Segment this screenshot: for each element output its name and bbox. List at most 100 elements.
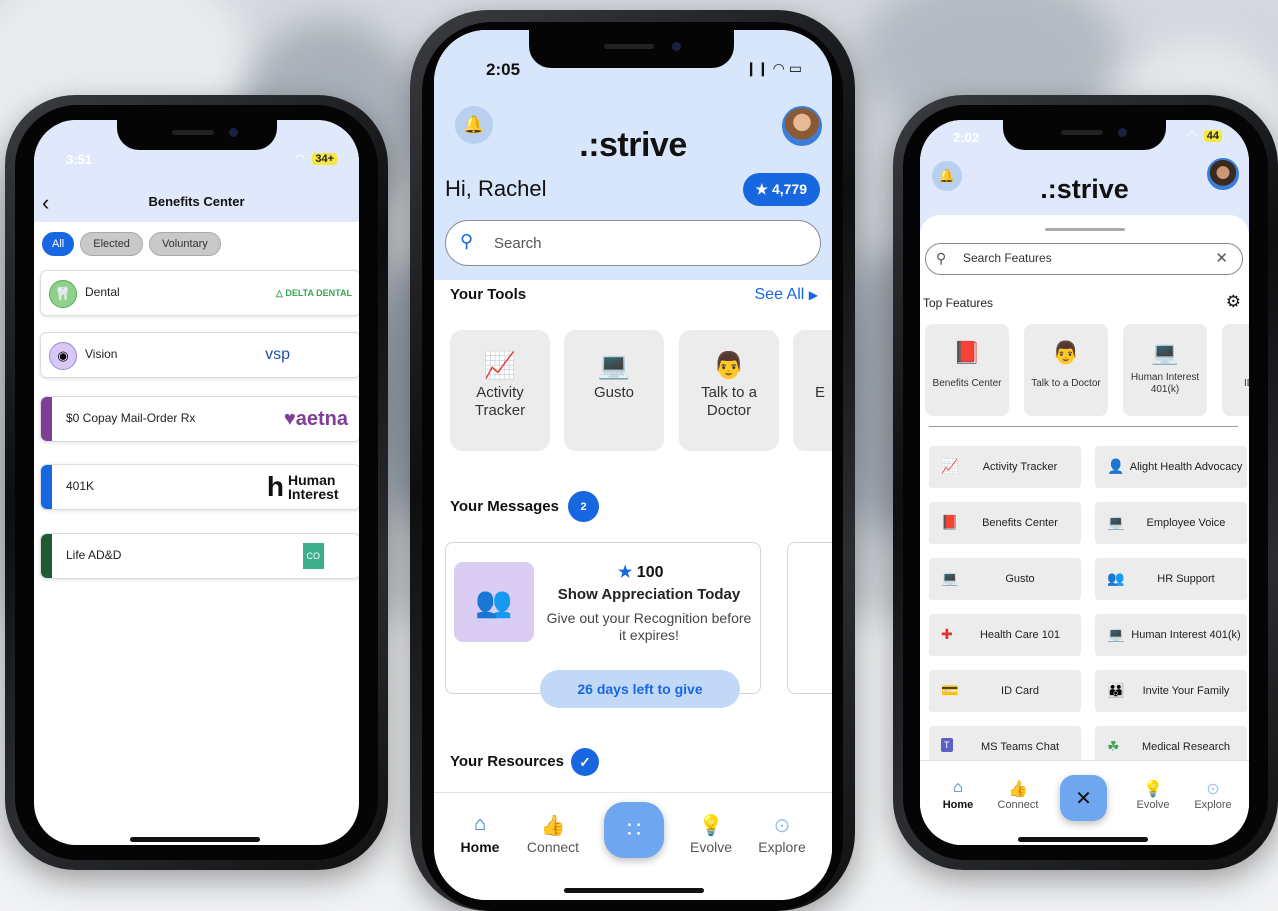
nav-home[interactable]: ⌂ Home (930, 779, 986, 811)
people-icon: 👥 (1107, 570, 1125, 586)
benefit-card-401k[interactable]: 401K h Human Interest (40, 464, 359, 510)
nav-explore[interactable]: ⊙ Explore (1185, 779, 1241, 811)
bottom-nav: ⌂ Home 👍 Connect ✕ 💡 Evolve ⊙ Explore (920, 760, 1249, 845)
lightbulb-icon: 💡 (698, 815, 724, 837)
laptop-icon: 💻 (1107, 626, 1125, 642)
sheet-grabber[interactable] (1045, 228, 1125, 231)
feature-health-care-101[interactable]: ✚ Health Care 101 (929, 614, 1081, 656)
feature-activity-tracker[interactable]: 📈 Activity Tracker (929, 446, 1081, 488)
feature-benefits-center[interactable]: 📕 Benefits Center (929, 502, 1081, 544)
status-time: 2:02 (953, 130, 980, 145)
status-time: 3:51 (66, 152, 93, 167)
filter-elected[interactable]: Elected (80, 232, 143, 256)
nav-evolve[interactable]: 💡 Evolve (676, 813, 746, 855)
laptop-icon: 💻 (1107, 514, 1125, 530)
check-icon: ✓ (571, 748, 599, 776)
filter-chips: All Elected Voluntary (42, 232, 221, 256)
benefit-card-vision[interactable]: ◉ Vision vsp (40, 332, 359, 378)
top-feature-benefits-center[interactable]: 📕 Benefits Center (925, 324, 1009, 416)
delta-dental-logo: △ DELTA DENTAL (275, 287, 352, 298)
benefits-center-screen: 3:51 ◠ 34+ ‹ Benefits Center All Elected… (34, 120, 359, 845)
feature-alight-health[interactable]: 👤 Alight Health Advocacy (1095, 446, 1247, 488)
features-sheet: ⚲ Search Features ✕ Top Features ⚙ 📕 Ben… (920, 215, 1249, 845)
doctor-icon: 👨 (712, 350, 746, 380)
feature-id-card[interactable]: 💳 ID Card (929, 670, 1081, 712)
resources-heading: Your Resources (450, 753, 564, 770)
message-points: ★ 100 (618, 564, 664, 581)
close-menu-button[interactable]: ✕ (1060, 775, 1107, 821)
greeting: Hi, Rachel (445, 176, 547, 201)
thumbs-up-icon: 👍 (540, 815, 566, 837)
bottom-nav: ⌂ Home 👍 Connect ∷ 💡 Evolve ⊙ Explore (434, 792, 832, 900)
activity-tracker-icon: 📈 (941, 458, 959, 474)
message-title: Show Appreciation Today (557, 586, 741, 603)
top-feature-human-interest[interactable]: 💻 Human Interest 401(k) (1123, 324, 1207, 416)
tool-partial[interactable]: E (793, 330, 832, 451)
benefit-card-life[interactable]: Life AD&D CO (40, 533, 359, 579)
benefit-card-dental[interactable]: 🦷 Dental △ DELTA DENTAL (40, 270, 359, 316)
human-interest-logo: h Human Interest (266, 471, 339, 502)
book-icon: 📕 (953, 340, 981, 365)
benefit-label: 401K (66, 479, 95, 493)
benefit-label: Life AD&D (66, 548, 122, 562)
clear-icon[interactable]: ✕ (1215, 249, 1228, 267)
laptop-icon: 💻 (597, 350, 631, 380)
right-phone: 2:02 ◠ 44 🔔 .:strive ⚲ Search Features ✕… (893, 95, 1278, 870)
status-time: 2:05 (486, 60, 521, 79)
nav-explore[interactable]: ⊙ Explore (747, 813, 817, 855)
puzzle-icon: ☘ (1107, 738, 1120, 754)
strive-logo: .:strive (579, 126, 687, 164)
nav-connect[interactable]: 👍 Connect (518, 813, 588, 855)
left-phone: 3:51 ◠ 34+ ‹ Benefits Center All Elected… (5, 95, 388, 870)
nav-home[interactable]: ⌂ Home (445, 813, 515, 855)
grid-icon: ∷ (627, 817, 641, 842)
status-icons: ❙❙ ◠ ▭ (745, 60, 802, 77)
message-body: Give out your Recognition before it expi… (546, 610, 752, 643)
first-aid-icon: ✚ (941, 626, 953, 642)
top-feature-partial[interactable]: ID (1222, 324, 1249, 416)
see-all-link[interactable]: See All ▶ (755, 286, 819, 304)
nav-connect[interactable]: 👍 Connect (990, 779, 1046, 811)
feature-employee-voice[interactable]: 💻 Employee Voice (1095, 502, 1247, 544)
top-feature-talk-to-doctor[interactable]: 👨 Talk to a Doctor (1024, 324, 1108, 416)
benefit-card-rx[interactable]: $0 Copay Mail-Order Rx ♥aetna (40, 396, 359, 442)
person-icon: 👤 (1107, 458, 1125, 474)
caret-right-icon: ▶ (808, 288, 818, 302)
thumbs-up-icon: 👍 (1008, 781, 1028, 798)
wifi-icon: ◠ (295, 153, 306, 165)
battery-indicator: 44 (1203, 130, 1222, 142)
compass-icon: ⊙ (1206, 781, 1220, 798)
feature-hr-support[interactable]: 👥 HR Support (1095, 558, 1247, 600)
tools-heading: Your Tools (450, 286, 527, 303)
search-icon: ⚲ (460, 231, 474, 251)
tool-talk-to-doctor[interactable]: 👨 Talk to a Doctor (679, 330, 779, 451)
signal-icon: ❙❙ (745, 60, 769, 76)
battery-icon: ▭ (788, 60, 802, 76)
activity-tracker-icon: 📈 (483, 350, 517, 380)
filter-voluntary[interactable]: Voluntary (148, 232, 221, 256)
apps-grid-button[interactable]: ∷ (604, 802, 664, 858)
message-card[interactable]: 👥 ★ 100 Show Appreciation Today Give out… (445, 542, 761, 708)
feature-invite-family[interactable]: 👪 Invite Your Family (1095, 670, 1247, 712)
filter-all[interactable]: All (42, 232, 75, 256)
days-left-button[interactable]: 26 days left to give (540, 670, 740, 708)
gear-icon[interactable]: ⚙ (1226, 292, 1241, 312)
search-features-input[interactable]: ⚲ Search Features ✕ (925, 243, 1243, 275)
tool-activity-tracker[interactable]: 📈 Activity Tracker (450, 330, 550, 451)
home-icon: ⌂ (953, 779, 963, 796)
doctor-icon: 👨 (1052, 340, 1080, 365)
feature-human-interest[interactable]: 💻 Human Interest 401(k) (1095, 614, 1247, 656)
nav-evolve[interactable]: 💡 Evolve (1125, 779, 1181, 811)
lightbulb-icon: 💡 (1143, 781, 1163, 798)
feature-gusto[interactable]: 💻 Gusto (929, 558, 1081, 600)
page-title: Benefits Center (148, 194, 245, 209)
home-screen: 2:05 ❙❙ ◠ ▭ 🔔 .:strive Hi, Rachel ★ 4,77… (434, 30, 832, 900)
compass-icon: ⊙ (773, 815, 791, 837)
teams-icon: T (941, 738, 953, 752)
wifi-icon: ◠ (772, 60, 785, 76)
search-input[interactable]: ⚲ Search (445, 220, 821, 266)
tool-gusto[interactable]: 💻 Gusto (564, 330, 664, 451)
message-card-partial[interactable] (787, 542, 832, 694)
points-badge[interactable]: ★ 4,779 (742, 173, 820, 206)
top-features-heading: Top Features (923, 296, 994, 310)
